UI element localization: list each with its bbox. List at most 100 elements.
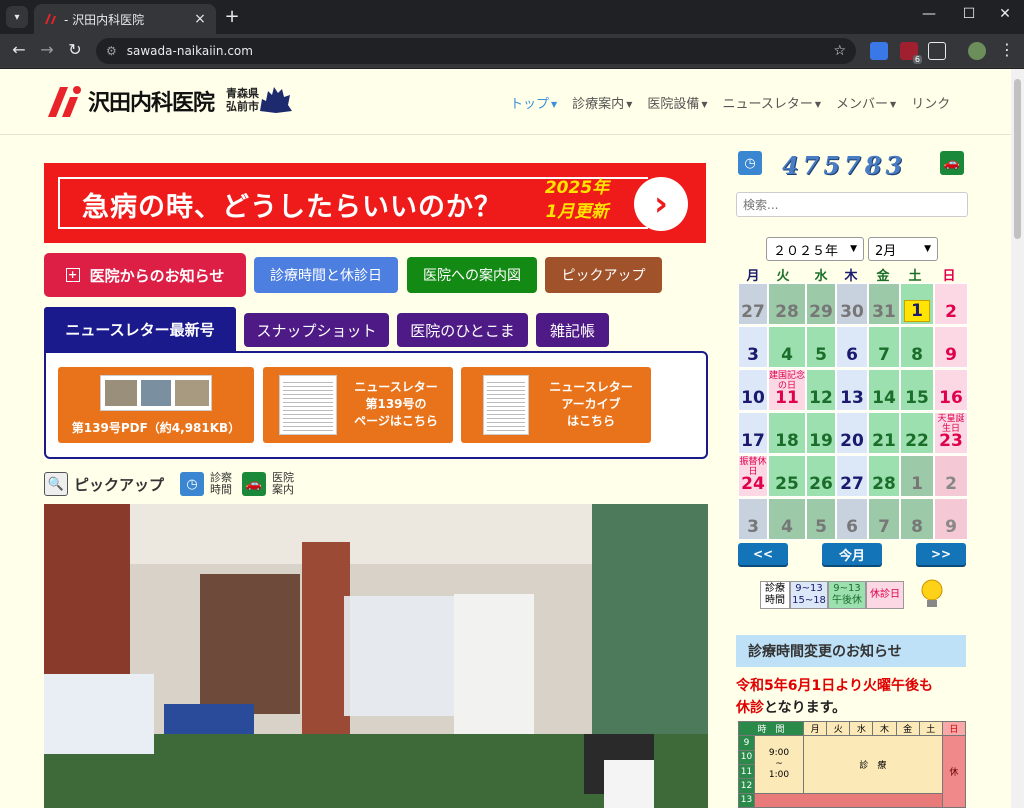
clinic-logo-text[interactable]: 沢田内科医院	[88, 85, 215, 117]
forward-icon[interactable]: →	[36, 40, 58, 59]
calendar-day-number: 15	[905, 388, 929, 408]
nav-top[interactable]: トップ ▼	[510, 93, 557, 112]
url-text: sawada-naikaiin.com	[126, 44, 253, 58]
calendar-day[interactable]: 28	[768, 283, 806, 325]
tab-hitokoma[interactable]: 医院のひとこま	[397, 313, 528, 347]
calendar-day-number: 6	[846, 345, 858, 365]
nav-member[interactable]: メンバー ▼	[836, 93, 896, 112]
calendar-day[interactable]: 4	[768, 498, 806, 540]
extension-badge-icon[interactable]: 6	[900, 42, 922, 64]
tab-newsletter-latest[interactable]: ニュースレター最新号	[44, 307, 236, 351]
map-button[interactable]: 医院への案内図	[407, 257, 537, 293]
calendar-day[interactable]: 22	[900, 412, 934, 454]
new-tab-icon[interactable]: +	[222, 6, 242, 27]
calendar-day[interactable]: 8	[900, 326, 934, 368]
browser-tab[interactable]: - 沢田内科医院 ×	[34, 4, 216, 34]
calendar-day[interactable]: 18	[768, 412, 806, 454]
extensions-puzzle-icon[interactable]	[928, 42, 946, 60]
calendar-today-button[interactable]: 今月	[822, 543, 882, 565]
calendar-day[interactable]: 31	[868, 283, 900, 325]
reload-icon[interactable]: ↻	[64, 40, 86, 59]
calendar-day[interactable]: 14	[868, 369, 900, 411]
calendar-day[interactable]: 4	[768, 326, 806, 368]
calendar-day[interactable]: 30	[836, 283, 868, 325]
hours-button[interactable]: 診療時間と休診日	[254, 257, 398, 293]
profile-avatar[interactable]	[968, 42, 986, 60]
calendar-day[interactable]: 8	[900, 498, 934, 540]
back-icon[interactable]: ←	[8, 40, 30, 59]
nav-shinryo[interactable]: 診療案内 ▼	[572, 93, 632, 112]
calendar-day[interactable]: 19	[806, 412, 836, 454]
minimize-icon[interactable]: —	[914, 6, 944, 22]
calendar-day[interactable]: 21	[868, 412, 900, 454]
tab-zakki[interactable]: 雑記帳	[536, 313, 609, 347]
news-button[interactable]: + 医院からのお知らせ	[44, 253, 246, 297]
nav-setsubi[interactable]: 医院設備 ▼	[647, 93, 707, 112]
nav-link[interactable]: リンク	[911, 93, 950, 112]
calendar-day[interactable]: 29	[806, 283, 836, 325]
calendar-day[interactable]: 3	[738, 498, 768, 540]
calendar-day[interactable]: 6	[836, 326, 868, 368]
maximize-icon[interactable]: ☐	[954, 6, 984, 22]
extension-translate-icon[interactable]	[870, 42, 888, 60]
calendar-day[interactable]: 建国記念の日 11	[768, 369, 806, 411]
pickup-button[interactable]: ピックアップ	[545, 257, 662, 293]
tab-snapshot[interactable]: スナップショット	[244, 313, 389, 347]
close-window-icon[interactable]: ✕	[990, 6, 1020, 22]
month-select[interactable]: 2月 ▼	[868, 237, 938, 261]
calendar-day[interactable]: 27	[738, 283, 768, 325]
car-icon[interactable]: 🚗	[940, 151, 964, 175]
calendar-day[interactable]: 7	[868, 498, 900, 540]
calendar-day[interactable]: 2	[934, 283, 968, 325]
calendar-day[interactable]: 16	[934, 369, 968, 411]
browser-menu-icon[interactable]: ⋮	[996, 40, 1018, 59]
address-bar[interactable]: ⚙ sawada-naikaiin.com ☆	[96, 38, 856, 64]
bookmark-star-icon[interactable]: ☆	[833, 43, 846, 59]
notice-red-line2: 休診	[736, 700, 764, 716]
tab-close-icon[interactable]: ×	[192, 11, 208, 27]
calendar-day[interactable]: 7	[868, 326, 900, 368]
calendar-day-number: 25	[775, 474, 799, 494]
calendar-day[interactable]: 5	[806, 326, 836, 368]
calendar-day[interactable]: 6	[836, 498, 868, 540]
clinic-logo-icon[interactable]	[46, 83, 86, 119]
emergency-banner[interactable]: 急病の時、どうしたらいいのか？ 2025年 1月更新 ›	[44, 163, 706, 243]
calendar-day[interactable]: 9	[934, 326, 968, 368]
nav-newsletter[interactable]: ニュースレター ▼	[723, 93, 822, 112]
calendar-next-button[interactable]: >>	[916, 543, 966, 565]
banner-arrow-icon[interactable]: ›	[634, 177, 688, 231]
car-icon[interactable]: 🚗	[242, 472, 267, 496]
calendar-day[interactable]: 9	[934, 498, 968, 540]
site-info-icon[interactable]: ⚙	[106, 44, 117, 58]
calendar-day[interactable]: 5	[806, 498, 836, 540]
clock-icon[interactable]: ◷	[180, 472, 205, 496]
calendar-day[interactable]: 1	[900, 283, 934, 325]
calendar-day[interactable]: 25	[768, 455, 806, 497]
newsletter-pdf-button[interactable]: 第139号PDF（約4,981KB）	[58, 367, 254, 443]
calendar-day[interactable]: 2	[934, 455, 968, 497]
calendar-day[interactable]: 10	[738, 369, 768, 411]
year-select[interactable]: ２０２５年 ▼	[766, 237, 864, 261]
search-input[interactable]	[736, 192, 968, 217]
scrollbar-thumb[interactable]	[1014, 79, 1021, 239]
calendar-day[interactable]: 3	[738, 326, 768, 368]
clock-icon[interactable]: ◷	[738, 151, 762, 175]
newsletter-archive-button[interactable]: ニュースレター アーカイブ はこちら	[461, 367, 651, 443]
calendar-day[interactable]: 26	[806, 455, 836, 497]
calendar-prev-button[interactable]: <<	[738, 543, 788, 565]
calendar-day[interactable]: 15	[900, 369, 934, 411]
map-link-label[interactable]: 医院 案内	[272, 472, 294, 496]
calendar-day[interactable]: 振替休日 24	[738, 455, 768, 497]
calendar-day[interactable]: 20	[836, 412, 868, 454]
newsletter-page-button[interactable]: ニュースレター 第139号の ページはこちら	[263, 367, 453, 443]
calendar-day[interactable]: 1	[900, 455, 934, 497]
calendar-day[interactable]: 28	[868, 455, 900, 497]
calendar-day[interactable]: 17	[738, 412, 768, 454]
calendar-day[interactable]: 13	[836, 369, 868, 411]
tab-search-icon[interactable]: ▾	[6, 6, 28, 28]
calendar-day[interactable]: 12	[806, 369, 836, 411]
calendar-day[interactable]: 天皇誕生日 23	[934, 412, 968, 454]
page-scrollbar[interactable]	[1011, 69, 1024, 808]
hours-link-label[interactable]: 診察 時間	[210, 472, 232, 496]
calendar-day[interactable]: 27	[836, 455, 868, 497]
